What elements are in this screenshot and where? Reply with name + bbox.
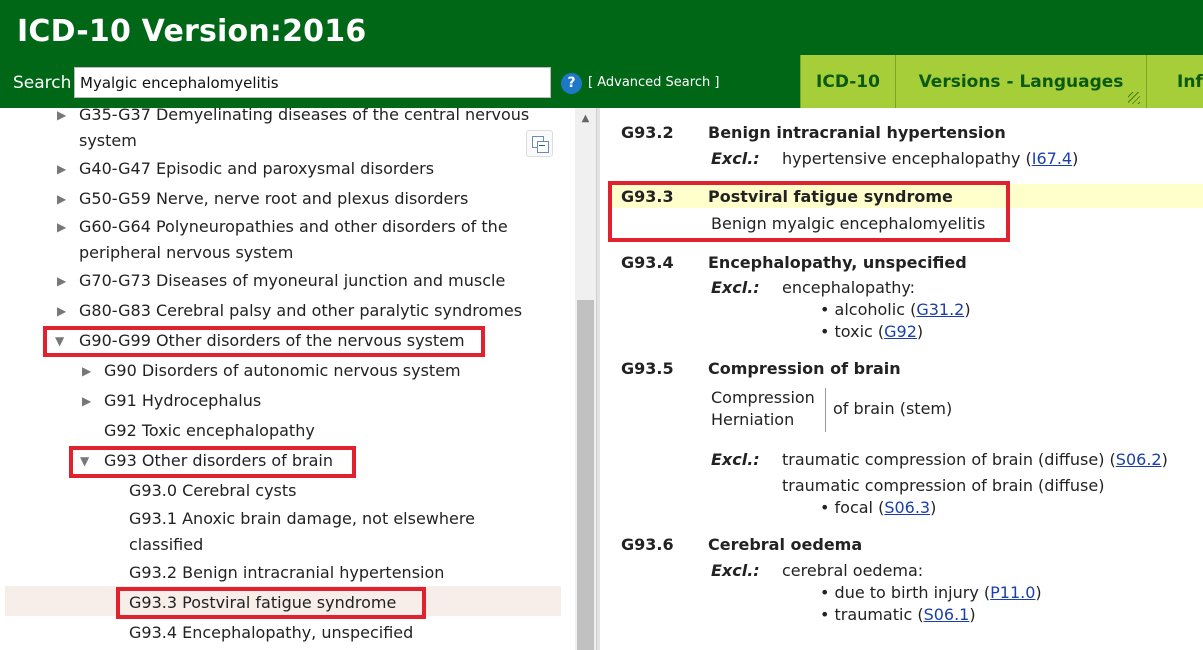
- title-g93-5: Compression of brain: [708, 359, 901, 378]
- inclusion-term: Compression: [711, 388, 815, 407]
- code-g93-4: G93.4: [621, 253, 674, 272]
- tab-icd-10[interactable]: ICD-10: [800, 55, 895, 108]
- app-header: ICD-10 Version:2016 Search ? [ Advanced …: [0, 0, 1203, 108]
- excl-label: Excl.:: [711, 450, 760, 469]
- title-g93-4: Encephalopathy, unspecified: [708, 253, 967, 272]
- code-link[interactable]: G31.2: [916, 300, 964, 319]
- inclusion-term: Benign myalgic encephalomyelitis: [711, 214, 986, 233]
- classification-tree: ▶ G35-G37 Demyelinating diseases of the …: [0, 108, 575, 650]
- tree-item-g60-g64[interactable]: ▶ G60-G64 Polyneuropathies and other dis…: [0, 214, 575, 266]
- title-g93-6: Cerebral oedema: [708, 535, 863, 554]
- code-g93-3: G93.3: [621, 187, 674, 206]
- tree-item-label: G60-G64 Polyneuropathies and other disor…: [79, 217, 508, 236]
- tab-label: Versions - Languages: [918, 71, 1124, 92]
- tree-item-label: G93 Other disorders of brain: [104, 451, 334, 470]
- tree-item-label-cont: peripheral nervous system: [79, 243, 294, 262]
- scrollbar-thumb[interactable]: [577, 300, 594, 650]
- expand-arrow-icon[interactable]: ▶: [57, 214, 66, 240]
- excl-text: hypertensive encephalopathy (I67.4): [782, 149, 1079, 168]
- collapse-arrow-icon[interactable]: ▼: [55, 328, 64, 354]
- tree-scrollbar[interactable]: ▲: [575, 108, 596, 650]
- scroll-up-icon[interactable]: ▲: [575, 108, 596, 129]
- excl-bullet: • toxic (G92): [820, 322, 924, 341]
- title-g93-3: Postviral fatigue syndrome: [708, 187, 953, 206]
- code-link[interactable]: I67.4: [1032, 149, 1072, 168]
- excl-bullet: • traumatic (S06.1): [820, 605, 976, 624]
- search-label: Search: [13, 73, 72, 93]
- excl-bullet: • focal (S06.3): [820, 498, 937, 517]
- tree-item-label: G91 Hydrocephalus: [104, 391, 262, 410]
- title-g93-2: Benign intracranial hypertension: [708, 123, 1006, 142]
- tree-item-label: G90-G99 Other disorders of the nervous s…: [79, 331, 465, 350]
- excl-text: cerebral oedema:: [782, 561, 924, 580]
- code-link[interactable]: G92: [884, 322, 917, 341]
- excl-bullet: • alcoholic (G31.2): [820, 300, 971, 319]
- excl-label: Excl.:: [711, 149, 760, 168]
- expand-arrow-icon[interactable]: ▶: [82, 358, 91, 384]
- code-g93-5: G93.5: [621, 359, 674, 378]
- tree-item-label: G93.3 Postviral fatigue syndrome: [129, 593, 397, 612]
- tree-item-label: G90 Disorders of autonomic nervous syste…: [104, 361, 461, 380]
- tree-item-label: G93.4 Encephalopathy, unspecified: [129, 623, 414, 642]
- tree-item-label: G70-G73 Diseases of myoneural junction a…: [79, 271, 506, 290]
- resize-grip-icon: [1128, 92, 1140, 104]
- excl-text: encephalopathy:: [782, 278, 916, 297]
- tree-item-label: G92 Toxic encephalopathy: [104, 421, 315, 440]
- expand-arrow-icon[interactable]: ▶: [57, 298, 66, 324]
- tab-versions-languages[interactable]: Versions - Languages: [895, 55, 1146, 108]
- excl-text: traumatic compression of brain (diffuse)…: [782, 450, 1168, 469]
- expand-arrow-icon[interactable]: ▶: [57, 156, 66, 182]
- code-link[interactable]: S06.2: [1116, 450, 1162, 469]
- tree-item-label: G35-G37 Demyelinating diseases of the ce…: [79, 108, 530, 124]
- tree-item-label: G40-G47 Episodic and paroxysmal disorder…: [79, 159, 435, 178]
- expand-arrow-icon[interactable]: ▶: [57, 108, 66, 128]
- excl-label: Excl.:: [711, 278, 760, 297]
- expand-arrow-icon[interactable]: ▶: [57, 268, 66, 294]
- expand-arrow-icon[interactable]: ▶: [57, 186, 66, 212]
- tree-item-label: G93.1 Anoxic brain damage, not elsewhere: [129, 509, 475, 528]
- excl-text: traumatic compression of brain (diffuse): [782, 476, 1105, 495]
- code-g93-6: G93.6: [621, 535, 674, 554]
- collapse-arrow-icon[interactable]: ▼: [80, 448, 89, 474]
- tab-info[interactable]: Info: [1146, 55, 1203, 108]
- app-title: ICD-10 Version:2016: [17, 14, 367, 49]
- tab-label: ICD-10: [816, 71, 880, 92]
- code-link[interactable]: P11.0: [990, 583, 1035, 602]
- tree-item-g93-1[interactable]: G93.1 Anoxic brain damage, not elsewhere…: [0, 506, 575, 558]
- code-g93-2: G93.2: [621, 123, 674, 142]
- tree-item-label: G93.2 Benign intracranial hypertension: [129, 563, 445, 582]
- inclusion-term-suffix: of brain (stem): [833, 399, 953, 418]
- code-link[interactable]: S06.1: [924, 605, 970, 624]
- code-link[interactable]: S06.3: [884, 498, 930, 517]
- brace-separator: [825, 388, 826, 432]
- advanced-search-link[interactable]: [ Advanced Search ]: [588, 75, 719, 90]
- tree-item-g35-g37[interactable]: ▶ G35-G37 Demyelinating diseases of the …: [0, 108, 575, 154]
- excl-label: Excl.:: [711, 561, 760, 580]
- tree-item-label-cont: system: [79, 131, 137, 150]
- tree-item-label: G93.0 Cerebral cysts: [129, 481, 297, 500]
- help-icon[interactable]: ?: [561, 73, 582, 94]
- code-detail-pane: G93.2 Benign intracranial hypertension E…: [600, 108, 1203, 650]
- tree-item-label: G80-G83 Cerebral palsy and other paralyt…: [79, 301, 523, 320]
- tree-item-label-cont: classified: [129, 535, 204, 554]
- search-input[interactable]: [74, 67, 551, 98]
- tab-label: Info: [1177, 71, 1203, 92]
- excl-bullet: • due to birth injury (P11.0): [820, 583, 1042, 602]
- expand-arrow-icon[interactable]: ▶: [82, 388, 91, 414]
- inclusion-term: Herniation: [711, 410, 795, 429]
- tree-item-label: G50-G59 Nerve, nerve root and plexus dis…: [79, 189, 469, 208]
